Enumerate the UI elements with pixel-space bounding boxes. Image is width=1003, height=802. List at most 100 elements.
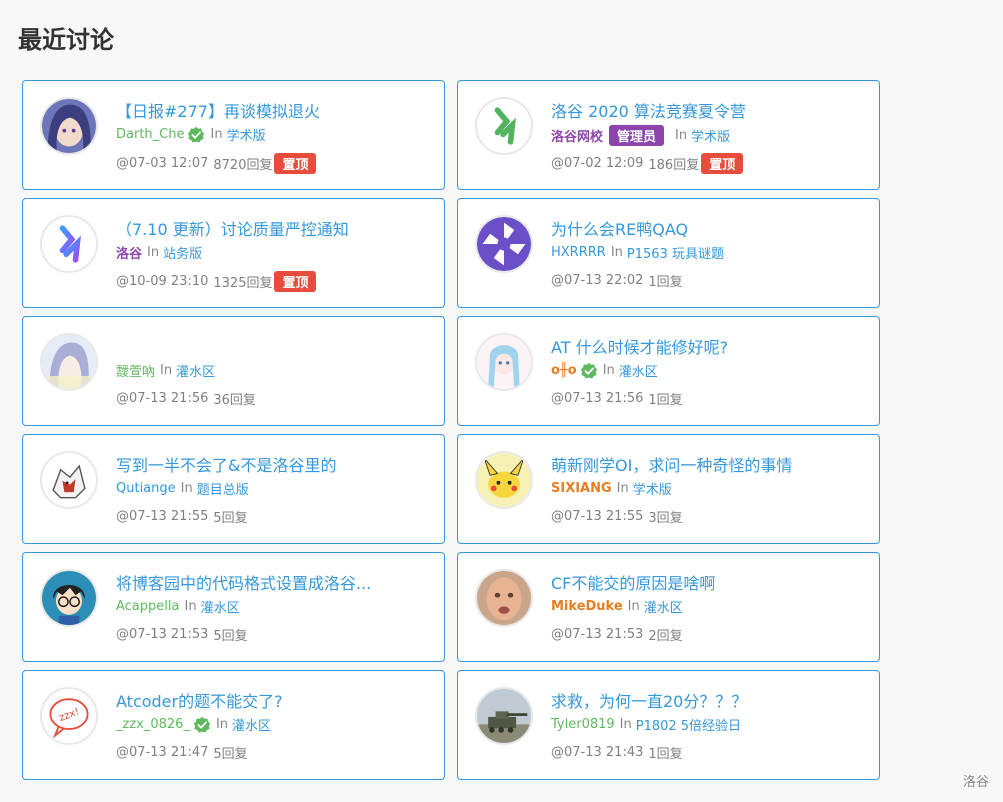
user-avatar[interactable]: [475, 333, 533, 391]
discussion-card[interactable]: （7.10 更新）讨论质量严控通知 洛谷 In 站务版 @10-09 23:10 1325…: [22, 198, 445, 308]
discussion-card[interactable]: 洛谷 2020 算法竞赛夏令营 洛谷网校 管理员 In 学术版 @07-02 12:09 1…: [457, 80, 880, 190]
forum-link[interactable]: 学术版: [227, 125, 266, 144]
forum-link[interactable]: 灌水区: [201, 597, 240, 616]
reply-count: 3回复: [648, 511, 683, 526]
discussion-footer: @07-13 21:47 5回复: [116, 743, 248, 762]
reply-count: 5回复: [213, 511, 248, 526]
discussion-title[interactable]: 求救，为何一直20分？？？: [551, 688, 747, 712]
user-avatar[interactable]: [475, 569, 533, 627]
pinned-badge: 置顶: [274, 153, 317, 174]
discussion-footer: @07-02 12:09 186回复 置顶: [551, 153, 744, 174]
username-link[interactable]: Acappella: [116, 599, 179, 614]
discussion-meta: 洛谷网校 管理员 In 学术版: [551, 125, 730, 146]
post-time: @07-13 21:56: [551, 391, 644, 406]
user-avatar[interactable]: zzx!: [40, 687, 98, 745]
discussion-title[interactable]: CF不能交的原因是啥啊: [551, 570, 715, 594]
username-link[interactable]: 洛谷: [116, 243, 142, 262]
username-link[interactable]: _zzx_0826_: [116, 717, 190, 732]
discussion-card[interactable]: 萌新刚学OI，求问一种奇怪的事情 SIXIANG In 学术版 @07-13 21:55…: [457, 434, 880, 544]
username-link[interactable]: 靉萱吶: [116, 361, 155, 380]
forum-link[interactable]: 灌水区: [176, 361, 215, 380]
forum-link[interactable]: 灌水区: [232, 715, 271, 734]
discussion-title[interactable]: 洛谷 2020 算法竞赛夏令营: [551, 98, 746, 122]
pinned-badge: 置顶: [701, 153, 744, 174]
username-link[interactable]: MikeDuke: [551, 599, 623, 614]
verified-check-icon: [580, 362, 598, 380]
user-avatar[interactable]: [475, 451, 533, 509]
user-avatar[interactable]: [40, 97, 98, 155]
forum-link[interactable]: 题目总版: [197, 479, 249, 498]
username-link[interactable]: o╫o: [551, 363, 577, 378]
user-avatar[interactable]: [40, 451, 98, 509]
discussion-title[interactable]: AT 什么时候才能修好呢?: [551, 334, 728, 358]
discussion-title[interactable]: 为什么会RE鸭QAQ: [551, 216, 688, 240]
discussion-card[interactable]: CF不能交的原因是啥啊 MikeDuke In 灌水区 @07-13 21:53 2回复: [457, 552, 880, 662]
user-avatar[interactable]: [475, 97, 533, 155]
post-time: @07-13 21:53: [551, 627, 644, 642]
discussion-card[interactable]: 靉萱吶 In 灌水区 @07-13 21:56 36回复: [22, 316, 445, 426]
in-label: In: [210, 127, 223, 142]
discussion-card[interactable]: AT 什么时候才能修好呢? o╫o In 灌水区 @07-13 21:56 1回复: [457, 316, 880, 426]
post-time: @07-13 21:47: [116, 745, 209, 760]
discussion-title[interactable]: 萌新刚学OI，求问一种奇怪的事情: [551, 452, 792, 476]
forum-link[interactable]: 站务版: [163, 243, 202, 262]
in-label: In: [619, 717, 632, 732]
post-time: @07-13 21:53: [116, 627, 209, 642]
in-label: In: [602, 363, 615, 378]
user-avatar[interactable]: [475, 215, 533, 273]
username-link[interactable]: HXRRRR: [551, 245, 606, 260]
discussion-footer: @07-13 21:55 5回复: [116, 507, 248, 526]
discussion-footer: @07-13 22:02 1回复: [551, 271, 683, 290]
discussion-card[interactable]: 为什么会RE鸭QAQ HXRRRR In P1563 玩具谜题 @07-13 22:02…: [457, 198, 880, 308]
forum-link[interactable]: P1563 玩具谜题: [627, 243, 724, 262]
forum-link[interactable]: 学术版: [691, 126, 730, 145]
user-avatar[interactable]: [40, 569, 98, 627]
brand-label: 洛谷: [962, 775, 989, 790]
reply-count: 36回复: [213, 393, 256, 408]
post-time: @07-13 21:56: [116, 391, 209, 406]
discussion-footer: @07-13 21:53 2回复: [551, 625, 683, 644]
reply-count: 186回复: [648, 158, 700, 173]
discussion-meta: Acappella In 灌水区: [116, 597, 240, 616]
discussion-card[interactable]: 写到一半不会了&不是洛谷里的 Qutiange In 题目总版 @07-13 21:55…: [22, 434, 445, 544]
reply-count: 5回复: [213, 747, 248, 762]
user-avatar[interactable]: [40, 333, 98, 391]
discussion-footer: @07-03 12:07 8720回复 置顶: [116, 153, 317, 174]
in-label: In: [627, 599, 640, 614]
reply-count: 1回复: [648, 747, 683, 762]
discussion-meta: Darth_Che In 学术版: [116, 125, 266, 144]
discussion-meta: Qutiange In 题目总版: [116, 479, 249, 498]
discussion-title[interactable]: （7.10 更新）讨论质量严控通知: [116, 216, 349, 240]
discussion-meta: MikeDuke In 灌水区: [551, 597, 683, 616]
discussion-card[interactable]: zzx! Atcoder的题不能交了? _zzx_0826_ In 灌水区 @07-13 …: [22, 670, 445, 780]
admin-badge: 管理员: [609, 125, 665, 146]
discussion-card[interactable]: 【日报#277】再谈模拟退火 Darth_Che In 学术版 @07-03 12:07…: [22, 80, 445, 190]
username-link[interactable]: Qutiange: [116, 481, 176, 496]
user-avatar[interactable]: [475, 687, 533, 745]
discussion-title[interactable]: 将博客园中的代码格式设置成洛谷...: [116, 570, 371, 594]
discussion-title[interactable]: 【日报#277】再谈模拟退火: [116, 98, 320, 122]
post-time: @07-13 21:55: [551, 509, 644, 524]
forum-link[interactable]: 灌水区: [619, 361, 658, 380]
discussion-card[interactable]: 求救，为何一直20分？？？ Tyler0819 In P1802 5倍经验日 @07-1…: [457, 670, 880, 780]
post-time: @07-13 21:43: [551, 745, 644, 760]
discussion-footer: @10-09 23:10 1325回复 置顶: [116, 271, 317, 292]
forum-link[interactable]: 学术版: [633, 479, 672, 498]
in-label: In: [616, 481, 629, 496]
forum-link[interactable]: 灌水区: [644, 597, 683, 616]
username-link[interactable]: 洛谷网校: [551, 126, 603, 145]
user-avatar[interactable]: [40, 215, 98, 273]
reply-count: 1回复: [648, 275, 683, 290]
reply-count: 8720回复: [213, 158, 273, 173]
post-time: @07-03 12:07: [116, 156, 209, 171]
post-time: @07-13 22:02: [551, 273, 644, 288]
discussion-title[interactable]: Atcoder的题不能交了?: [116, 688, 283, 712]
discussion-title[interactable]: 写到一半不会了&不是洛谷里的: [116, 452, 336, 476]
discussion-card[interactable]: 将博客园中的代码格式设置成洛谷... Acappella In 灌水区 @07-13 2…: [22, 552, 445, 662]
forum-link[interactable]: P1802 5倍经验日: [636, 715, 741, 734]
post-time: @07-13 21:55: [116, 509, 209, 524]
username-link[interactable]: Darth_Che: [116, 127, 184, 142]
in-label: In: [184, 599, 197, 614]
username-link[interactable]: Tyler0819: [551, 717, 615, 732]
username-link[interactable]: SIXIANG: [551, 481, 612, 496]
